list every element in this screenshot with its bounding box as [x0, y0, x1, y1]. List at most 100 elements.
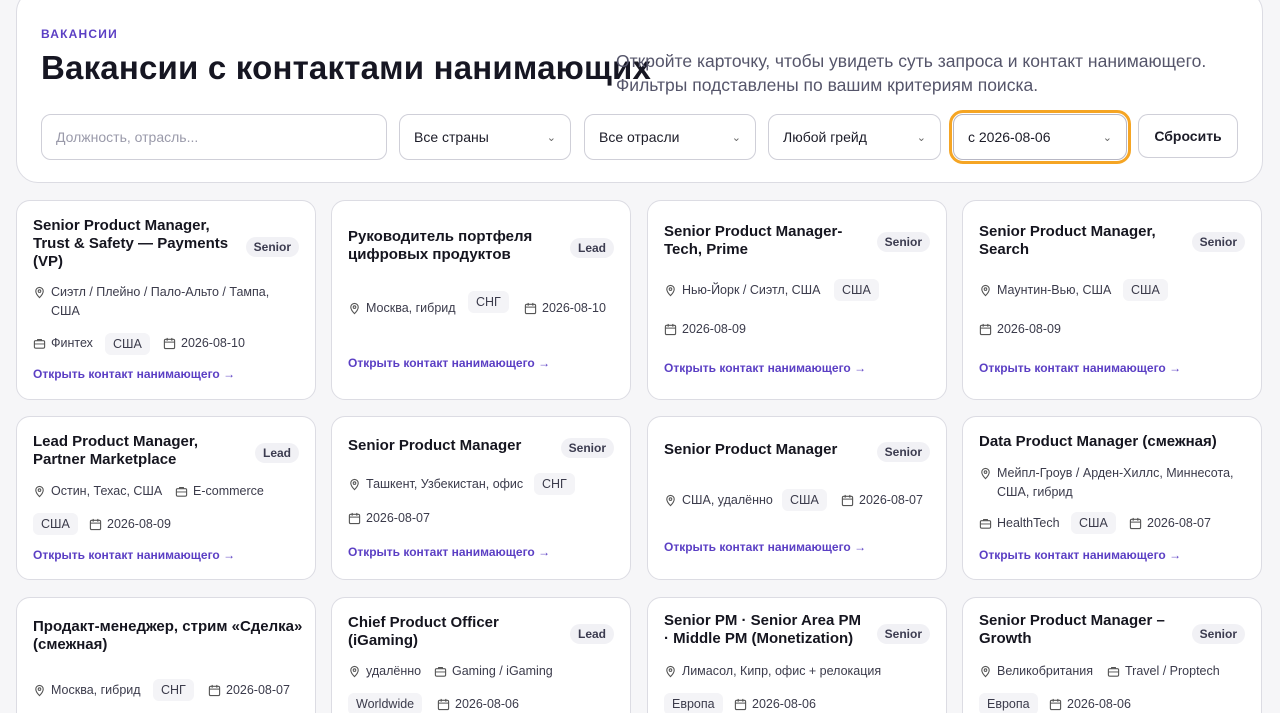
chevron-down-icon: ⌄: [916, 131, 926, 144]
vacancy-location: Москва, гибрид: [366, 301, 456, 315]
grade-badge: Lead: [569, 624, 614, 644]
vacancy-card[interactable]: Senior Product Manager – Growth Senior Вел…: [962, 597, 1262, 713]
country-select[interactable]: Все страны ⌄: [399, 114, 571, 160]
region-tag: США: [1071, 512, 1116, 534]
calendar-icon: [524, 302, 537, 315]
calendar-icon: [348, 512, 361, 525]
calendar-icon: [734, 698, 747, 711]
open-contact-link-label: Открыть контакт нанимающего: [979, 548, 1166, 562]
open-contact-link-label: Открыть контакт нанимающего: [348, 356, 535, 370]
location-pin-icon: [348, 478, 361, 491]
vacancy-industry: Gaming / iGaming: [452, 664, 553, 678]
vacancy-card[interactable]: Chief Product Officer (iGaming) Lead удалё…: [331, 597, 631, 713]
vacancy-date: 2026-08-07: [859, 493, 923, 507]
calendar-icon: [163, 337, 176, 350]
vacancy-title: Data Product Manager (смежная): [979, 433, 1217, 450]
region-tag: Европа: [979, 693, 1038, 713]
calendar-icon: [841, 494, 854, 507]
grade-badge: Senior: [876, 232, 930, 252]
section-eyebrow: ВАКАНСИИ: [41, 27, 118, 41]
arrow-right-icon: →: [1169, 361, 1182, 375]
vacancy-location: Великобритания: [997, 664, 1093, 678]
vacancy-title: Senior Product Manager – Growth: [979, 612, 1165, 647]
calendar-icon: [664, 323, 677, 336]
vacancy-card[interactable]: Руководитель портфеля цифровых продуктов…: [331, 200, 631, 400]
location-pin-icon: [664, 494, 677, 507]
industry-select-value: Все отрасли: [599, 129, 680, 145]
arrow-right-icon: →: [854, 361, 867, 375]
arrow-right-icon: →: [538, 545, 551, 559]
vacancy-card[interactable]: Senior Product Manager Senior Ташкент, Узб…: [331, 416, 631, 580]
region-tag: США: [33, 513, 78, 535]
open-contact-link-label: Открыть контакт нанимающего: [979, 361, 1166, 375]
vacancy-title: Senior Product Manager: [664, 441, 838, 458]
vacancy-location: Мейпл-Гроув / Арден-Хиллс, Миннесота, СШ…: [997, 466, 1234, 499]
vacancy-location: Ташкент, Узбекистан, офис: [366, 477, 524, 491]
vacancy-title: Senior Product Manager-Tech, Prime: [664, 223, 843, 258]
open-contact-link[interactable]: Открыть контакт нанимающего →: [979, 361, 1181, 375]
vacancy-industry: E-commerce: [193, 484, 264, 498]
briefcase-icon: [434, 665, 447, 678]
open-contact-link-label: Открыть контакт нанимающего: [33, 548, 220, 562]
vacancy-title: Senior Product Manager, Search: [979, 223, 1156, 258]
chevron-down-icon: ⌄: [1102, 131, 1112, 144]
vacancy-card[interactable]: Senior Product Manager Senior США, удалённ…: [647, 416, 947, 580]
location-pin-icon: [348, 665, 361, 678]
calendar-icon: [1049, 698, 1062, 711]
vacancy-location: Москва, гибрид: [51, 683, 141, 697]
vacancy-card[interactable]: Продакт-менеджер, стрим «Сделка» (смежна…: [16, 597, 316, 713]
vacancy-title: Senior Product Manager, Trust & Safety —…: [33, 217, 229, 270]
open-contact-link-label: Открыть контакт нанимающего: [664, 540, 851, 554]
grade-badge: Senior: [245, 237, 299, 257]
industry-select[interactable]: Все отрасли ⌄: [584, 114, 756, 160]
arrow-right-icon: →: [538, 356, 551, 370]
open-contact-link[interactable]: Открыть контакт нанимающего →: [33, 548, 235, 562]
vacancy-card[interactable]: Lead Product Manager, Partner Marketplac…: [16, 416, 316, 580]
vacancy-card[interactable]: Senior Product Manager, Trust & Safety —…: [16, 200, 316, 400]
vacancy-date: 2026-08-06: [455, 697, 519, 711]
grade-badge: Senior: [1191, 624, 1245, 644]
vacancy-date: 2026-08-07: [1147, 516, 1211, 530]
region-tag: СНГ: [534, 473, 575, 495]
search-input[interactable]: Должность, отрасль...: [41, 114, 387, 160]
open-contact-link[interactable]: Открыть контакт нанимающего →: [33, 367, 235, 381]
calendar-icon: [89, 518, 102, 531]
vacancy-date: 2026-08-07: [366, 511, 430, 525]
vacancy-industry: Travel / Proptech: [1125, 664, 1220, 678]
chevron-down-icon: ⌄: [731, 131, 741, 144]
vacancy-location: Лимасол, Кипр, офис + релокация: [682, 664, 882, 678]
date-select-value: с 2026-08-06: [968, 129, 1051, 145]
location-pin-icon: [979, 665, 992, 678]
open-contact-link[interactable]: Открыть контакт нанимающего →: [979, 548, 1181, 562]
vacancy-location: Сиэтл / Плейно / Пало-Альто / Тампа, США: [51, 285, 270, 318]
open-contact-link[interactable]: Открыть контакт нанимающего →: [348, 545, 550, 559]
grade-badge: Lead: [254, 443, 299, 463]
grade-select[interactable]: Любой грейд ⌄: [768, 114, 941, 160]
country-select-value: Все страны: [414, 129, 489, 145]
vacancy-date: 2026-08-06: [752, 697, 816, 711]
region-tag: СНГ: [468, 291, 509, 313]
region-tag: Европа: [664, 693, 723, 713]
location-pin-icon: [33, 684, 46, 697]
location-pin-icon: [979, 284, 992, 297]
grade-badge: Senior: [876, 624, 930, 644]
vacancy-date: 2026-08-10: [181, 336, 245, 350]
region-tag: СНГ: [153, 679, 194, 701]
arrow-right-icon: →: [854, 540, 867, 554]
reset-button[interactable]: Сбросить: [1138, 114, 1238, 158]
vacancy-card[interactable]: Data Product Manager (смежная) Мейпл-Гроу…: [962, 416, 1262, 580]
open-contact-link[interactable]: Открыть контакт нанимающего →: [664, 361, 866, 375]
date-select[interactable]: с 2026-08-06 ⌄: [949, 110, 1131, 164]
vacancy-card[interactable]: Senior PM · Senior Area PM · Middle PM (…: [647, 597, 947, 713]
calendar-icon: [979, 323, 992, 336]
vacancy-card[interactable]: Senior Product Manager, Search Senior Маун…: [962, 200, 1262, 400]
location-pin-icon: [664, 665, 677, 678]
briefcase-icon: [1107, 665, 1120, 678]
vacancy-industry: Финтех: [51, 336, 93, 350]
vacancy-title: Продакт-менеджер, стрим «Сделка» (смежна…: [33, 618, 303, 653]
vacancy-card[interactable]: Senior Product Manager-Tech, Prime Senior…: [647, 200, 947, 400]
open-contact-link[interactable]: Открыть контакт нанимающего →: [664, 540, 866, 554]
open-contact-link[interactable]: Открыть контакт нанимающего →: [348, 356, 550, 370]
region-tag: США: [782, 489, 827, 511]
page-subtitle: Откройте карточку, чтобы увидеть суть за…: [616, 51, 1207, 95]
